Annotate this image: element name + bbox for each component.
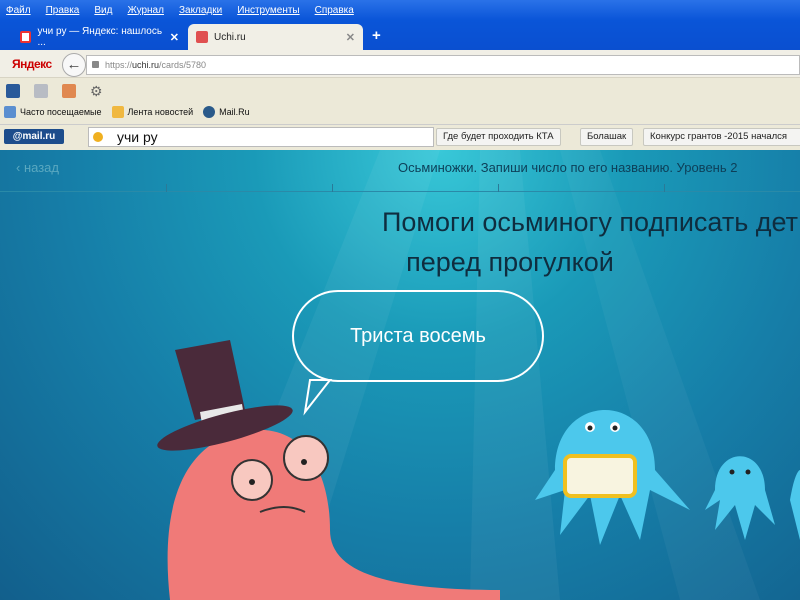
menu-edit[interactable]: Правка	[46, 5, 80, 16]
new-tab-button[interactable]: +	[372, 27, 381, 44]
yandex-logo[interactable]: Яндекс	[12, 57, 52, 71]
close-tab-icon[interactable]: ✕	[346, 31, 355, 44]
mailru-icon	[203, 106, 216, 118]
yandex-favicon-icon	[20, 31, 32, 43]
url-bar[interactable]: https://uchi.ru/cards/5780	[86, 55, 800, 75]
menu-file[interactable]: Файл	[6, 5, 31, 16]
news-button-grants[interactable]: Конкурс грантов -2015 начался	[643, 128, 800, 146]
bookmark-label: Лента новостей	[127, 107, 194, 117]
menu-bookmarks[interactable]: Закладки	[179, 5, 222, 16]
folder-icon	[4, 106, 16, 118]
url-prefix: https://	[105, 60, 133, 70]
blue-octopus-icon	[535, 410, 690, 545]
search-value: учи ру	[117, 129, 158, 145]
bookmark-label: Часто посещаемые	[20, 107, 102, 117]
nav-bar: Яндекс ← https://uchi.ru/cards/5780	[0, 50, 800, 78]
news-button-kta[interactable]: Где будет проходить КТА	[436, 128, 561, 146]
back-button[interactable]: ←	[62, 53, 86, 77]
mailru-logo[interactable]: @mail.ru	[4, 129, 64, 144]
menu-help[interactable]: Справка	[315, 5, 354, 16]
mailru-search-input[interactable]: учи ру	[88, 127, 434, 147]
url-domain: uchi.ru	[132, 60, 160, 70]
menu-history[interactable]: Журнал	[127, 5, 164, 16]
tab-yandex[interactable]: учи ру — Яндекс: нашлось ... ✕	[12, 24, 187, 50]
mail-icon[interactable]	[34, 84, 48, 98]
news-button-bolashak[interactable]: Болашак	[580, 128, 634, 146]
tab-bar: учи ру — Яндекс: нашлось ... ✕ Uchi.ru ✕	[0, 20, 800, 50]
bookmark-news-feed[interactable]: Лента новостей	[111, 106, 194, 118]
rss-icon	[111, 106, 124, 118]
tab-uchi[interactable]: Uchi.ru ✕	[188, 24, 363, 50]
small-blue-octopus-icon	[705, 456, 775, 540]
url-path: /cards/5780	[159, 60, 207, 70]
bookmark-label: Mail.Ru	[219, 107, 250, 117]
search-key-icon	[93, 132, 103, 142]
lock-icon	[92, 61, 99, 68]
menu-tools[interactable]: Инструменты	[237, 5, 299, 16]
tab-title: учи ру — Яндекс: нашлось ...	[37, 26, 163, 48]
bubble-tail	[303, 379, 333, 416]
toolbar: ⚙	[0, 80, 800, 102]
bookmark-most-visited[interactable]: Часто посещаемые	[4, 106, 102, 118]
tab-title: Uchi.ru	[214, 31, 246, 43]
uchi-favicon-icon	[196, 31, 208, 43]
menu-view[interactable]: Вид	[94, 5, 112, 16]
bookmarks-bar: Часто посещаемые Лента новостей Mail.Ru	[0, 102, 800, 122]
gear-icon[interactable]: ⚙	[90, 84, 104, 98]
addon-icon[interactable]	[6, 84, 20, 98]
partial-octopus-icon	[790, 470, 800, 540]
menu-bar: Файл Правка Вид Журнал Закладки Инструме…	[0, 0, 800, 20]
bookmark-mailru[interactable]: Mail.Ru	[203, 106, 250, 118]
answer-sign[interactable]	[563, 454, 637, 498]
octopus-illustrations	[157, 340, 800, 600]
notification-icon[interactable]	[62, 84, 76, 98]
mailru-toolbar: @mail.ru учи ру Где будет проходить КТА …	[0, 124, 800, 149]
lesson-page: ‹ назад Осьминожки. Запиши число по его …	[0, 150, 800, 600]
close-tab-icon[interactable]: ✕	[170, 31, 179, 44]
